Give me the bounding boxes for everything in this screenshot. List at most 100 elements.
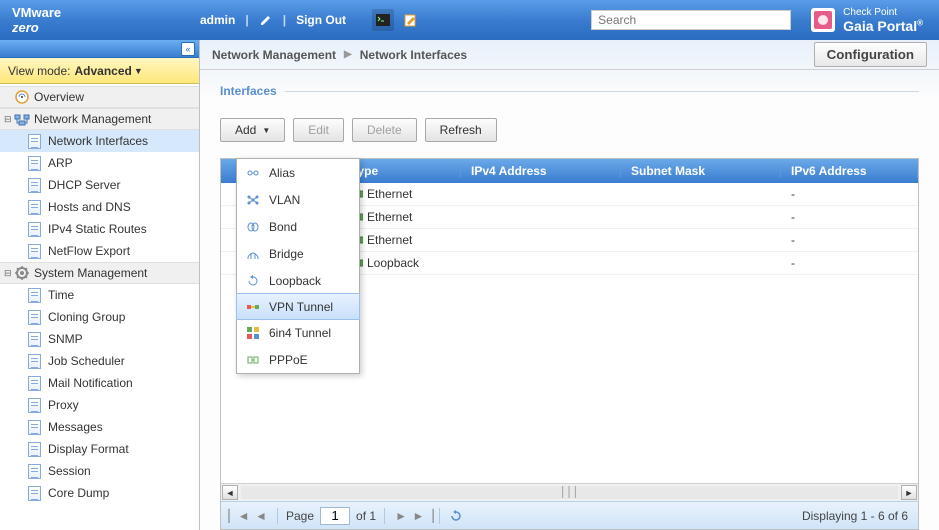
add-button[interactable]: Add▼ [220, 118, 285, 142]
page-input[interactable] [320, 507, 350, 525]
document-icon [28, 398, 42, 412]
document-icon [28, 134, 42, 148]
sidebar-item[interactable]: SNMP [0, 328, 199, 350]
menu-item-label: Bond [269, 220, 297, 234]
search-wrap [591, 10, 791, 30]
section-label: Network Management [34, 112, 151, 126]
brand-line1: Check Point [843, 7, 923, 18]
tree-section-head[interactable]: ⊟Network Management [0, 108, 199, 130]
sidebar-item-label: Proxy [48, 398, 79, 412]
first-page-button[interactable]: ▏◄ [231, 508, 247, 524]
menu-item-label: Loopback [269, 274, 321, 288]
sidebar-item[interactable]: Time [0, 284, 199, 306]
menu-item-icon [245, 273, 261, 289]
toolbar: Add▼ Edit Delete Refresh [220, 118, 919, 142]
delete-button[interactable]: Delete [352, 118, 417, 142]
document-icon [28, 200, 42, 214]
edit-button[interactable]: Edit [293, 118, 344, 142]
sidebar-item[interactable]: Cloning Group [0, 306, 199, 328]
horizontal-scrollbar[interactable]: ◄ │││ ► [221, 483, 918, 501]
sidebar-item[interactable]: ARP [0, 152, 199, 174]
menu-item-icon [245, 325, 261, 341]
tree-section-head[interactable]: ⊟System Management [0, 262, 199, 284]
add-menu-item[interactable]: 6in4 Tunnel [237, 319, 359, 346]
document-icon [28, 354, 42, 368]
menu-item-icon [245, 165, 261, 181]
sidebar-item[interactable]: Display Format [0, 438, 199, 460]
menu-item-label: PPPoE [269, 353, 308, 367]
prev-page-button[interactable]: ◄ [253, 508, 269, 524]
menu-item-icon [245, 192, 261, 208]
add-menu-item[interactable]: Alias [237, 159, 359, 186]
page-label: Page [286, 509, 314, 523]
checkpoint-logo-icon [811, 8, 835, 32]
sidebar-item[interactable]: Core Dump [0, 482, 199, 504]
menu-item-icon [245, 246, 261, 262]
sidebar-item-label: SNMP [48, 332, 83, 346]
paging-bar: ▏◄ ◄ Page of 1 ► ►▕ Displaying 1 - 6 of … [221, 501, 918, 529]
document-icon [28, 156, 42, 170]
cell-ipv6: - [781, 210, 918, 224]
sidebar-item-label: Time [48, 288, 74, 302]
sidebar-item[interactable]: NetFlow Export [0, 240, 199, 262]
collapse-icon[interactable]: « [181, 42, 195, 56]
top-header: VMware zero admin | | Sign Out Check Poi… [0, 0, 939, 40]
cell-ipv6: - [781, 187, 918, 201]
next-page-button[interactable]: ► [393, 508, 409, 524]
refresh-page-button[interactable] [448, 508, 464, 524]
view-mode-value: Advanced [74, 64, 131, 78]
sidebar-item[interactable]: IPv4 Static Routes [0, 218, 199, 240]
terminal-icon[interactable] [372, 9, 394, 31]
signout-link[interactable]: Sign Out [296, 13, 346, 27]
scratchpad-icon[interactable] [400, 9, 422, 31]
search-input[interactable] [591, 10, 791, 30]
document-icon [28, 464, 42, 478]
add-dropdown-menu: AliasVLAN Bond Bridge Loopback VPN Tunnel 6in… [236, 158, 360, 374]
sidebar-item-label: Mail Notification [48, 376, 133, 390]
sidebar-item[interactable]: Hosts and DNS [0, 196, 199, 218]
document-icon [28, 244, 42, 258]
cell-type: Ethernet [367, 233, 412, 247]
refresh-button[interactable]: Refresh [425, 118, 497, 142]
tree-section-head[interactable]: Overview [0, 86, 199, 108]
paging-status: Displaying 1 - 6 of 6 [802, 509, 908, 523]
sidebar-item[interactable]: Network Interfaces [0, 130, 199, 152]
add-menu-item[interactable]: Loopback [237, 267, 359, 294]
last-page-button[interactable]: ►▕ [415, 508, 431, 524]
menu-item-label: VPN Tunnel [269, 300, 333, 314]
add-menu-item[interactable]: Bridge [237, 240, 359, 267]
sidebar-item[interactable]: Job Scheduler [0, 350, 199, 372]
section-title: Interfaces [220, 84, 919, 98]
cell-ipv6: - [781, 256, 918, 270]
chevron-down-icon: ▼ [262, 126, 270, 135]
add-menu-item[interactable]: VLAN [237, 186, 359, 213]
sidebar-collapse-bar[interactable]: « [0, 40, 199, 58]
sidebar-item[interactable]: Messages [0, 416, 199, 438]
view-mode-selector[interactable]: View mode: Advanced ▼ [0, 58, 199, 84]
menu-item-icon [245, 219, 261, 235]
scroll-left-icon[interactable]: ◄ [222, 485, 238, 500]
sidebar-item[interactable]: DHCP Server [0, 174, 199, 196]
col-mask[interactable]: Subnet Mask [621, 164, 781, 178]
user-label[interactable]: admin [200, 13, 235, 27]
edit-icon[interactable] [259, 13, 273, 27]
sidebar-item[interactable]: Session [0, 460, 199, 482]
configuration-button[interactable]: Configuration [814, 42, 927, 67]
breadcrumb-current: Network Interfaces [360, 48, 467, 62]
document-icon [28, 420, 42, 434]
sidebar-item[interactable]: Mail Notification [0, 372, 199, 394]
scroll-right-icon[interactable]: ► [901, 485, 917, 500]
add-menu-item[interactable]: Bond [237, 213, 359, 240]
section-icon [14, 265, 30, 281]
sidebar-item[interactable]: Proxy [0, 394, 199, 416]
brand: Check Point Gaia Portal® [811, 7, 923, 34]
col-ipv6[interactable]: IPv6 Address [781, 164, 918, 178]
document-icon [28, 222, 42, 236]
add-menu-item[interactable]: VPN Tunnel [236, 293, 360, 320]
breadcrumb-parent[interactable]: Network Management [212, 48, 336, 62]
add-menu-item[interactable]: PPPoE [237, 346, 359, 373]
brand-line2: Gaia Portal [843, 18, 917, 34]
sidebar-item-label: Session [48, 464, 91, 478]
sidebar-item-label: Core Dump [48, 486, 109, 500]
col-ipv4[interactable]: IPv4 Address [461, 164, 621, 178]
